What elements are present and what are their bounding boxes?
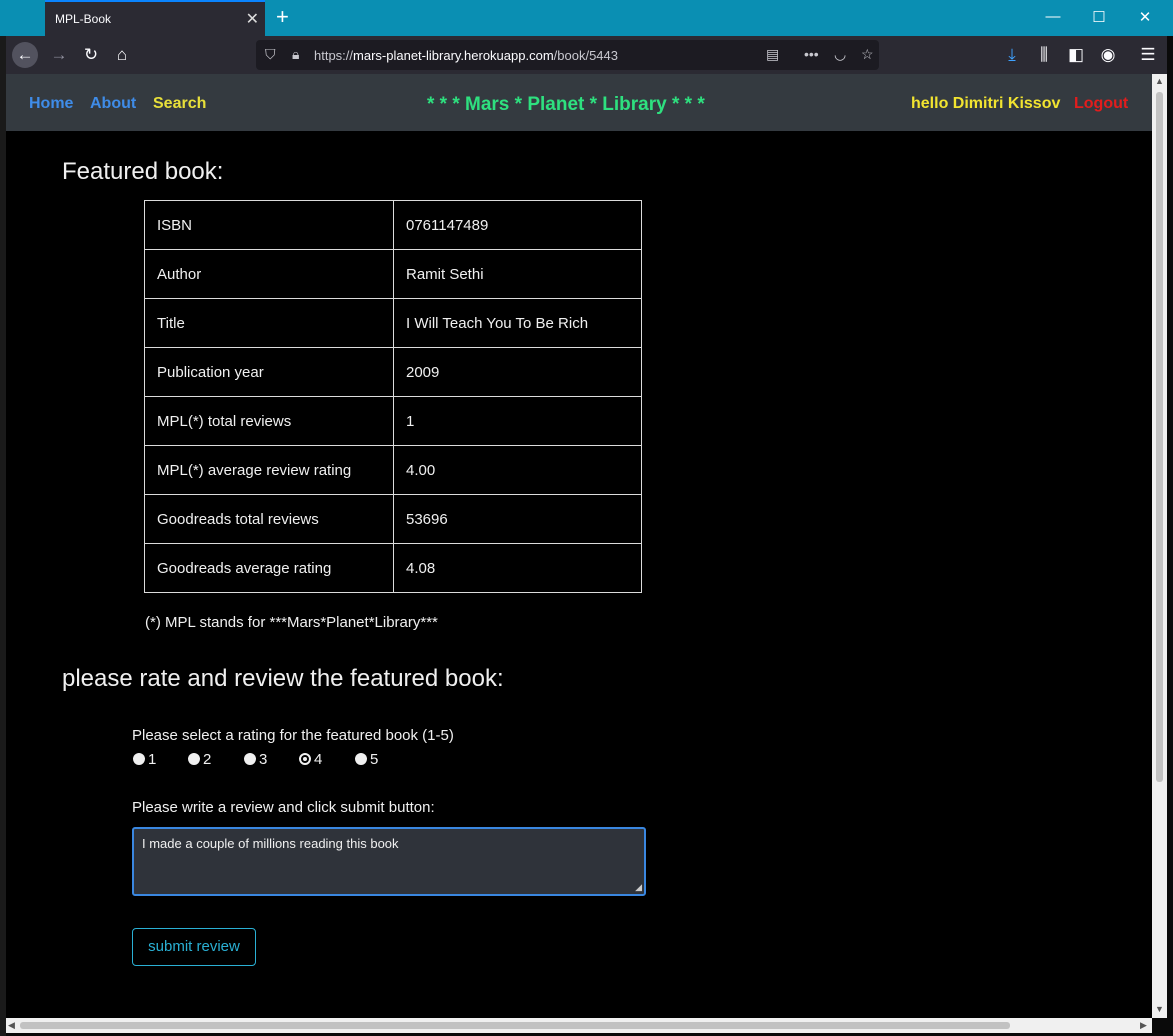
row-key: ISBN: [144, 200, 394, 250]
nav-search-link[interactable]: Search: [153, 95, 206, 113]
tab-close-icon[interactable]: ✕: [246, 9, 259, 29]
site-brand: * * * Mars * Planet * Library * * *: [427, 94, 705, 115]
review-textarea[interactable]: I made a couple of millions reading this…: [132, 827, 646, 896]
table-row: Goodreads total reviews 53696: [144, 494, 642, 544]
table-row: MPL(*) total reviews 1: [144, 396, 642, 446]
rating-option-3[interactable]: 3: [244, 751, 267, 768]
minimize-icon[interactable]: —: [1041, 8, 1065, 25]
shield-icon[interactable]: ⛉: [265, 46, 276, 63]
library-icon[interactable]: ⫼: [1031, 42, 1057, 68]
mpl-footnote: (*) MPL stands for ***Mars*Planet*Librar…: [145, 614, 438, 631]
vertical-scroll-thumb[interactable]: [1156, 92, 1163, 782]
review-heading: please rate and review the featured book…: [62, 665, 504, 692]
radio-label: 1: [148, 751, 157, 768]
url-prefix: https://: [314, 48, 354, 63]
home-icon[interactable]: ⌂: [109, 42, 135, 68]
row-value: Ramit Sethi: [393, 249, 642, 299]
scroll-left-icon[interactable]: ◀: [8, 1020, 15, 1031]
url-host: mars-planet-library.herokuapp.com: [353, 48, 554, 63]
window-titlebar: MPL-Book ✕ + — ☐ ✕: [0, 0, 1173, 36]
scroll-right-icon[interactable]: ▶: [1140, 1020, 1147, 1031]
table-row: Title I Will Teach You To Be Rich: [144, 298, 642, 348]
row-value: 53696: [393, 494, 642, 544]
sidebar-icon[interactable]: ◧: [1063, 42, 1089, 68]
row-value: 0761147489: [393, 200, 642, 250]
radio-button[interactable]: [244, 753, 256, 765]
menu-icon[interactable]: ☰: [1135, 42, 1161, 68]
submit-review-button[interactable]: submit review: [132, 928, 256, 966]
logout-link[interactable]: Logout: [1074, 95, 1128, 113]
web-page: Home About Search * * * Mars * Planet * …: [6, 74, 1152, 1018]
rating-option-5[interactable]: 5: [355, 751, 378, 768]
lock-icon[interactable]: 🔒︎: [292, 46, 299, 63]
nav-home-link[interactable]: Home: [29, 95, 73, 113]
rating-label: Please select a rating for the featured …: [132, 727, 454, 744]
row-value: 4.08: [393, 543, 642, 593]
radio-label: 5: [370, 751, 379, 768]
row-value: I Will Teach You To Be Rich: [393, 298, 642, 348]
row-key: Author: [144, 249, 394, 299]
tab-title: MPL-Book: [55, 12, 112, 26]
table-row: ISBN 0761147489: [144, 200, 642, 250]
resize-grip-icon[interactable]: ◢: [635, 882, 642, 893]
row-value: 1: [393, 396, 642, 446]
row-key: MPL(*) total reviews: [144, 396, 394, 446]
page-actions-icon[interactable]: •••: [804, 46, 819, 62]
radio-button[interactable]: [355, 753, 367, 765]
table-row: MPL(*) average review rating 4.00: [144, 445, 642, 495]
new-tab-icon[interactable]: +: [276, 4, 289, 30]
row-value: 2009: [393, 347, 642, 397]
rating-option-1[interactable]: 1: [133, 751, 156, 768]
radio-label: 3: [259, 751, 268, 768]
horizontal-scroll-thumb[interactable]: [20, 1022, 1010, 1029]
pocket-icon[interactable]: ◡: [834, 46, 846, 63]
url-path: /book/5443: [553, 48, 618, 63]
radio-label: 4: [314, 751, 323, 768]
back-icon[interactable]: ←: [12, 42, 38, 68]
bookmark-star-icon[interactable]: ☆: [861, 46, 874, 63]
rating-option-2[interactable]: 2: [188, 751, 211, 768]
account-icon[interactable]: ◉: [1095, 42, 1121, 68]
user-greeting: hello Dimitri Kissov: [911, 95, 1061, 112]
book-details-table: ISBN 0761147489 Author Ramit Sethi Title I …: [144, 200, 642, 593]
row-key: Goodreads average rating: [144, 543, 394, 593]
radio-button[interactable]: [133, 753, 145, 765]
reader-view-icon[interactable]: ▤: [766, 46, 779, 63]
site-navbar: Home About Search * * * Mars * Planet * …: [6, 74, 1152, 131]
radio-label: 2: [203, 751, 212, 768]
review-label: Please write a review and click submit b…: [132, 799, 435, 816]
featured-heading: Featured book:: [62, 158, 224, 185]
table-row: Author Ramit Sethi: [144, 249, 642, 299]
close-window-icon[interactable]: ✕: [1133, 8, 1157, 26]
row-key: Title: [144, 298, 394, 348]
vertical-scrollbar[interactable]: ▲ ▼: [1152, 74, 1167, 1018]
table-row: Goodreads average rating 4.08: [144, 543, 642, 593]
review-text: I made a couple of millions reading this…: [142, 836, 399, 851]
row-key: Goodreads total reviews: [144, 494, 394, 544]
rating-option-4[interactable]: 4: [299, 751, 322, 768]
radio-button[interactable]: [188, 753, 200, 765]
row-value: 4.00: [393, 445, 642, 495]
reload-icon[interactable]: ↻: [78, 42, 104, 68]
radio-button-selected[interactable]: [299, 753, 311, 765]
browser-tab[interactable]: MPL-Book ✕: [45, 0, 265, 36]
forward-icon[interactable]: →: [46, 42, 72, 68]
url-bar[interactable]: ⛉ 🔒︎ https://mars-planet-library.herokua…: [256, 40, 879, 70]
url-text[interactable]: https://mars-planet-library.herokuapp.co…: [314, 48, 618, 63]
row-key: Publication year: [144, 347, 394, 397]
nav-about-link[interactable]: About: [90, 95, 136, 113]
row-key: MPL(*) average review rating: [144, 445, 394, 495]
scroll-down-icon[interactable]: ▼: [1155, 1004, 1164, 1014]
browser-toolbar: ← → ↻ ⌂ ⛉ 🔒︎ https://mars-planet-library…: [6, 36, 1167, 74]
download-icon[interactable]: ⤓: [999, 42, 1025, 68]
scroll-up-icon[interactable]: ▲: [1155, 76, 1164, 86]
table-row: Publication year 2009: [144, 347, 642, 397]
maximize-icon[interactable]: ☐: [1087, 8, 1111, 26]
horizontal-scrollbar[interactable]: ◀ ▶: [6, 1018, 1152, 1033]
